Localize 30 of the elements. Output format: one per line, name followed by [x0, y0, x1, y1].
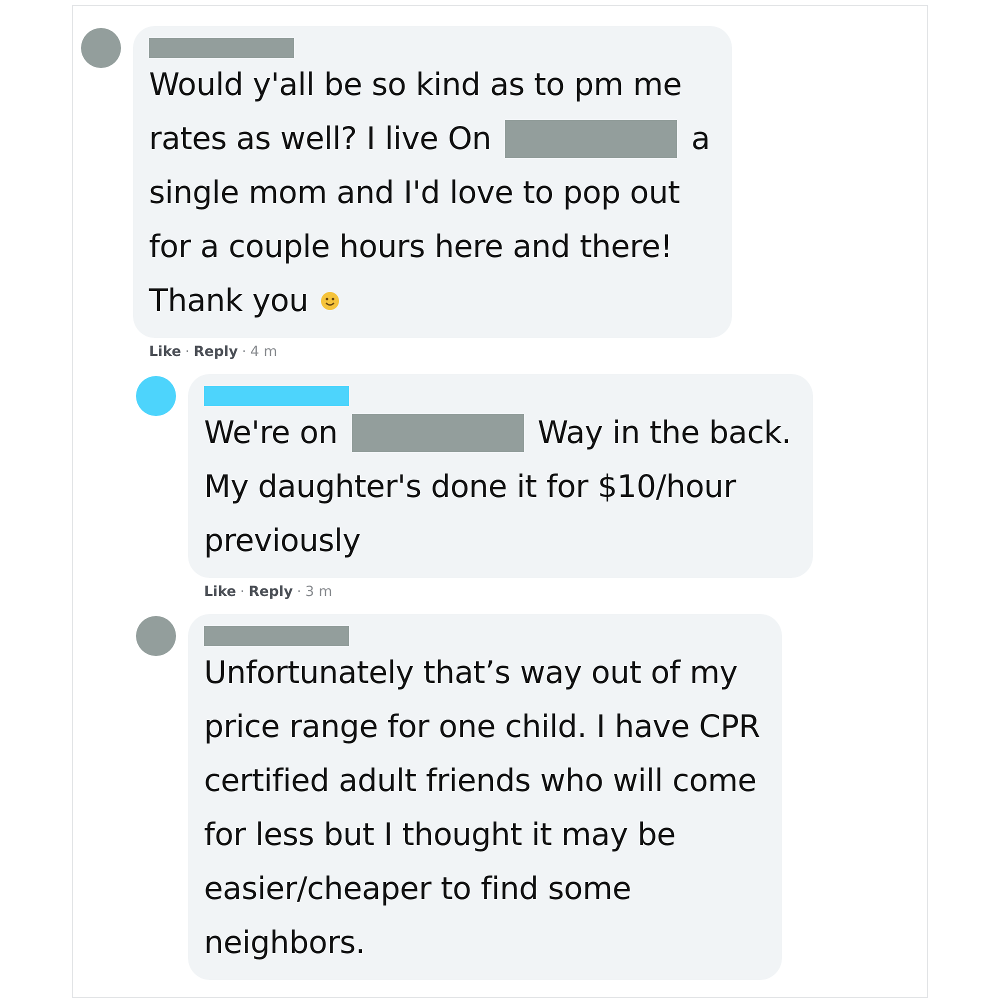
separator-dot: · [296, 584, 302, 600]
comment-text: Would y'all be so kind as to pm me [149, 67, 682, 103]
comment-action-link[interactable]: Like [149, 344, 182, 360]
comment-text: certified adult friends who will come [204, 763, 756, 799]
comment-time: 3 m [305, 584, 332, 600]
comment-text: Unfortunately that’s way out of my [204, 655, 738, 691]
comment-action-link[interactable]: Reply [194, 344, 238, 360]
comment-text: price range for one child. I have CPR [204, 709, 760, 745]
comment-text: neighbors. [204, 925, 366, 961]
comment-text: rates as well? I live On [149, 121, 492, 157]
comment-action-link[interactable]: Reply [248, 584, 293, 600]
avatar[interactable] [136, 376, 176, 416]
separator-dot: · [185, 344, 190, 360]
comment-text: We're on [204, 415, 338, 451]
comment-text: Way in the back. [538, 415, 792, 451]
comment-text: easier/cheaper to find some [204, 871, 632, 907]
comment-time: 4 m [250, 344, 278, 360]
comment-text: for less but I thought it may be [204, 817, 676, 853]
comment-text: Thank you [149, 283, 308, 319]
comment-text: a [691, 121, 710, 157]
comment-text: previously [204, 523, 360, 559]
separator-dot: · [240, 584, 245, 600]
comment-text: for a couple hours here and there! [149, 229, 672, 265]
avatar[interactable] [81, 28, 121, 68]
comment-text: My daughter's done it for $10/hour [204, 469, 736, 505]
smiley-icon [320, 291, 340, 311]
separator-dot: · [242, 344, 246, 360]
comment-text: single mom and I'd love to pop out [149, 175, 680, 211]
comment-action-link[interactable]: Like [204, 584, 236, 600]
avatar[interactable] [136, 616, 176, 656]
